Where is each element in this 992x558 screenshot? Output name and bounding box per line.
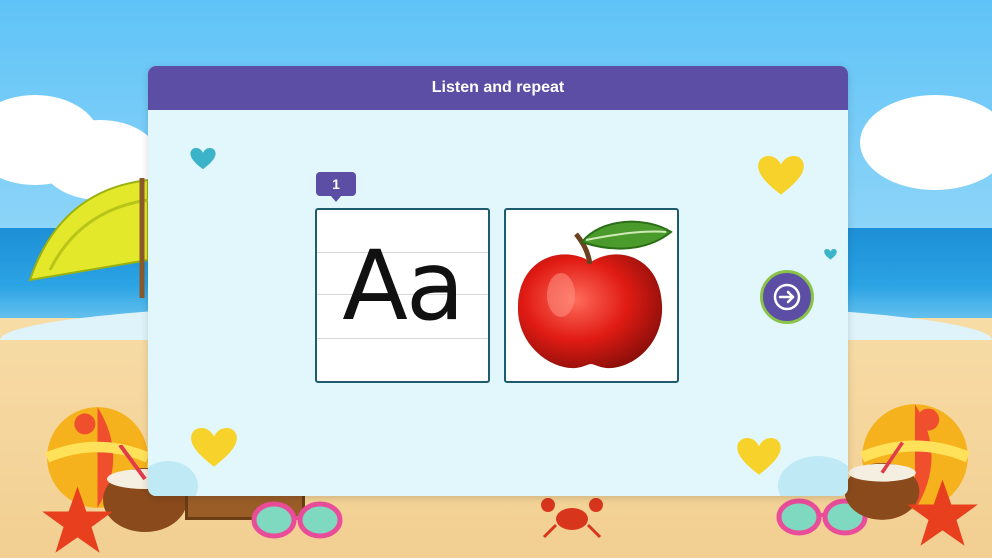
item-number-badge: 1	[316, 172, 356, 202]
starfish-icon	[42, 486, 113, 553]
dialog-title: Listen and repeat	[431, 79, 565, 96]
dialog-header: Listen and repeat	[148, 66, 848, 110]
heart-icon	[737, 438, 781, 475]
cloud	[778, 456, 848, 496]
heart-icon	[191, 428, 237, 467]
sunglasses-icon	[251, 501, 343, 539]
heart-icon	[190, 148, 216, 170]
letter-text: Aa	[342, 230, 465, 342]
activity-dialog: Listen and repeat 1 Aa	[148, 66, 848, 496]
heart-icon	[824, 249, 837, 260]
crab-icon	[541, 498, 603, 539]
arrow-right-icon	[773, 283, 801, 311]
starfish-icon	[907, 479, 978, 546]
letter-card[interactable]: Aa	[315, 208, 490, 383]
apple-icon	[517, 220, 673, 369]
next-button[interactable]	[760, 270, 814, 324]
image-card[interactable]	[504, 208, 679, 383]
heart-icon	[758, 156, 804, 195]
umbrella-icon	[28, 178, 149, 298]
